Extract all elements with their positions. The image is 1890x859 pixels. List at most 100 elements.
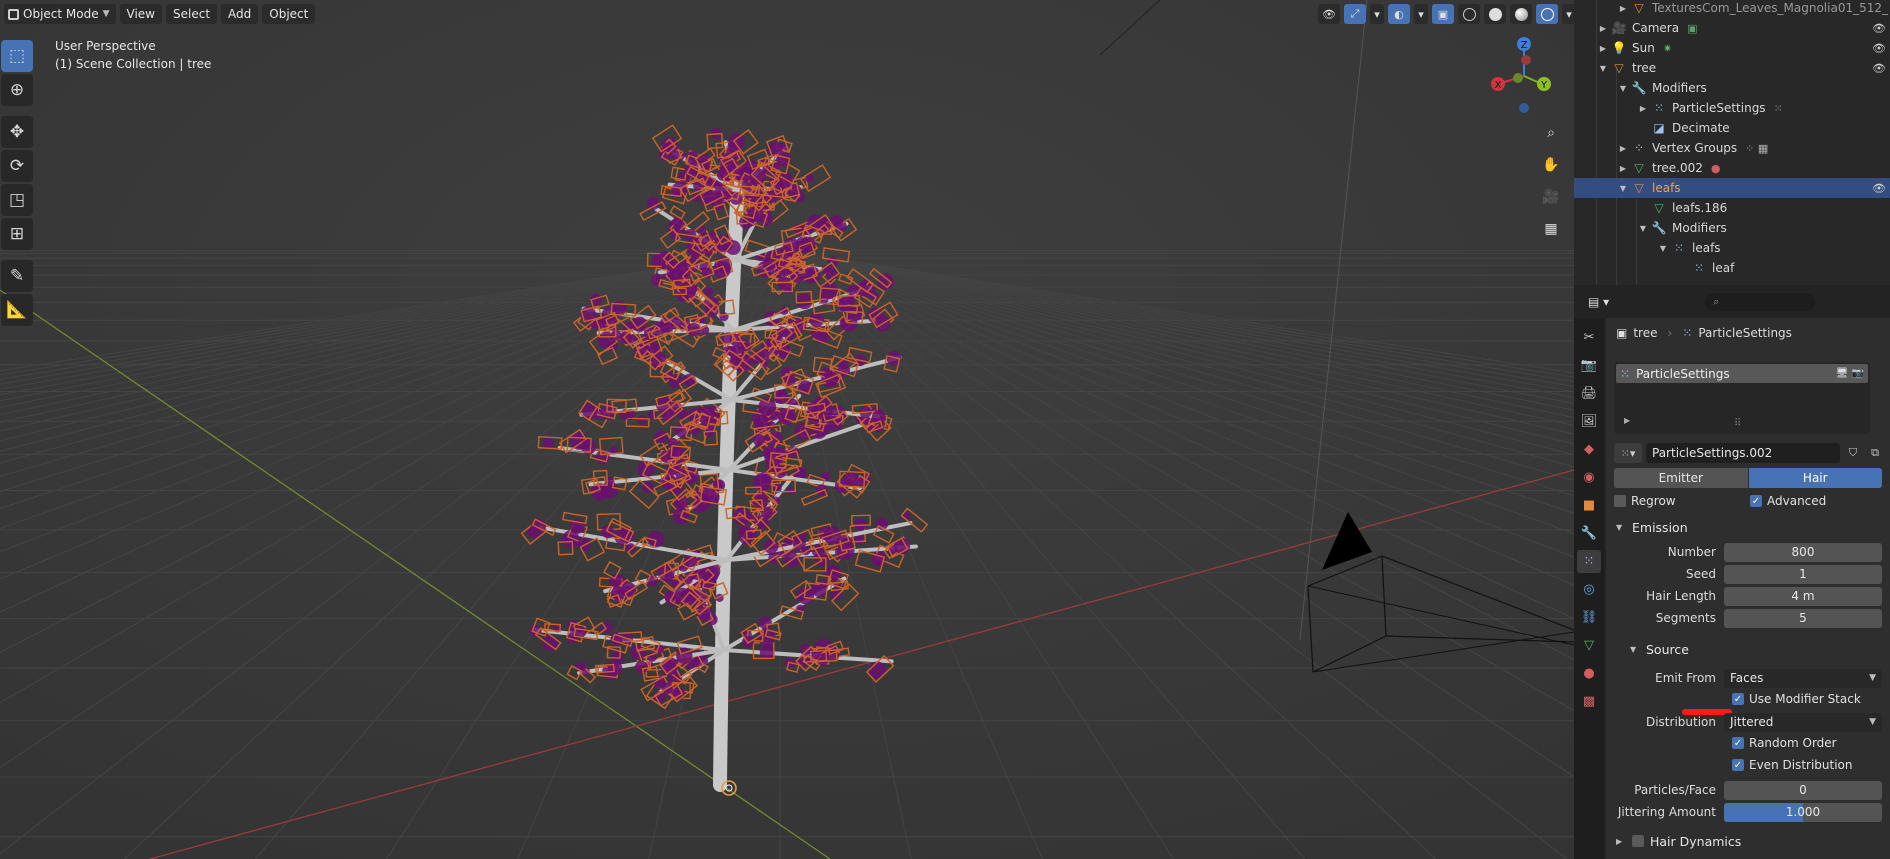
outliner-row-leafs-modifiers[interactable]: ▼ 🔧 Modifiers [1574, 218, 1890, 238]
vertex-group-data-icon[interactable]: ⁘ ▦ [1745, 142, 1768, 155]
regrow-checkbox[interactable] [1614, 495, 1626, 507]
gizmo-dropdown-icon[interactable]: ▾ [1370, 4, 1384, 24]
even-distribution-checkbox[interactable]: ✓ [1732, 759, 1744, 771]
outliner-row-leafs-particles[interactable]: ▼ ⁙ leafs [1574, 238, 1890, 258]
object-tab-icon[interactable]: ■ [1577, 494, 1601, 517]
outliner-row-tree-002[interactable]: ▶ ▽ tree.002 ● [1574, 158, 1890, 178]
outliner-row-modifiers[interactable]: ▼ 🔧 Modifiers [1574, 78, 1890, 98]
sun-data-icon[interactable]: ✷ [1663, 42, 1672, 55]
output-tab-icon[interactable]: 🖨 [1577, 382, 1601, 405]
zoom-icon[interactable]: ⌕ [1538, 120, 1564, 146]
scale-icon[interactable]: ◳ [1, 184, 33, 216]
modifier-tab-icon[interactable]: 🔧 [1577, 522, 1601, 545]
select-box-icon[interactable]: ⬚ [1, 40, 33, 72]
material-tab-icon[interactable]: ● [1577, 662, 1601, 685]
measure-icon[interactable]: 📐 [1, 294, 33, 326]
data-tab-icon[interactable]: ▽ [1577, 634, 1601, 657]
collapse-arrow-icon[interactable]: ▼ [1636, 224, 1650, 233]
camera-view-icon[interactable]: 🎥 [1538, 184, 1564, 210]
advanced-checkbox-row[interactable]: ✓ Advanced [1750, 492, 1826, 510]
visibility-icon[interactable]: 👁 [1318, 4, 1340, 24]
gizmo-toggle-icon[interactable]: ⤢ [1344, 4, 1366, 24]
eye-icon[interactable]: 👁 [1872, 62, 1886, 75]
eye-icon[interactable]: 👁 [1872, 22, 1886, 35]
pan-hand-icon[interactable]: ✋ [1538, 152, 1564, 178]
wireframe-shading-icon[interactable] [1458, 4, 1480, 24]
jittering-amount-slider[interactable]: 1.000 [1724, 802, 1882, 822]
use-modifier-stack-checkbox[interactable]: ✓ [1732, 693, 1744, 705]
outliner-row-sun[interactable]: ▶ 💡 Sun ✷ 👁 [1574, 38, 1890, 58]
transform-icon[interactable]: ⊞ [1, 218, 33, 250]
breadcrumb-settings[interactable]: ParticleSettings [1698, 326, 1792, 340]
menu-add[interactable]: Add [221, 4, 259, 24]
material-icon[interactable]: ● [1711, 162, 1721, 175]
overlays-toggle-icon[interactable]: ◐ [1388, 4, 1410, 24]
rotate-icon[interactable]: ⟳ [1, 150, 33, 182]
breadcrumb-object[interactable]: tree [1633, 326, 1657, 340]
3d-viewport[interactable]: Object Mode ▼ View Select Add Object 👁 ⤢… [0, 0, 1574, 859]
menu-view[interactable]: View [119, 4, 162, 24]
outliner-row-vertex-groups[interactable]: ▶ ⁘ Vertex Groups ⁘ ▦ [1574, 138, 1890, 158]
view-layer-tab-icon[interactable]: 🖼 [1577, 410, 1601, 433]
eye-icon[interactable]: 👁 [1872, 42, 1886, 55]
expand-arrow-icon[interactable]: ▶ [1636, 104, 1650, 113]
physics-tab-icon[interactable]: ◎ [1577, 578, 1601, 601]
advanced-checkbox[interactable]: ✓ [1750, 495, 1762, 507]
world-tab-icon[interactable]: ◉ [1577, 466, 1601, 489]
constraints-tab-icon[interactable]: ⛓ [1577, 606, 1601, 629]
perspective-grid-icon[interactable]: ▦ [1538, 216, 1564, 242]
hair-length-field[interactable]: 4 m [1724, 586, 1882, 606]
expand-arrow-icon[interactable]: ▶ [1596, 44, 1610, 53]
collapse-arrow-icon[interactable]: ▼ [1616, 84, 1630, 93]
overlays-dropdown-icon[interactable]: ▾ [1414, 4, 1428, 24]
solid-shading-icon[interactable] [1484, 4, 1506, 24]
mode-dropdown[interactable]: Object Mode ▼ [4, 4, 116, 24]
particle-systems-list[interactable]: ⁙ ParticleSettings 🖥 📷 ▶ ⠿ [1614, 362, 1870, 434]
menu-object[interactable]: Object [262, 4, 316, 24]
list-item[interactable]: ⁙ ParticleSettings 🖥 📷 [1616, 364, 1868, 383]
scene-tab-icon[interactable]: ◆ [1577, 438, 1601, 461]
annotate-icon[interactable]: ✎ [1, 260, 33, 292]
xray-toggle-icon[interactable]: ▣ [1432, 4, 1454, 24]
outliner-row-camera[interactable]: ▶ 🎥 Camera ▣ 👁 [1574, 18, 1890, 38]
distribution-dropdown[interactable]: Jittered ▼ [1724, 712, 1882, 732]
fake-user-shield-icon[interactable]: ⛉ [1844, 443, 1862, 463]
source-panel-header[interactable]: ▼ Source [1630, 638, 1689, 660]
settings-name-field[interactable]: ParticleSettings.002 [1646, 443, 1840, 463]
navigation-gizmo[interactable]: Z X Y [1486, 34, 1562, 114]
expand-arrow-icon[interactable]: ▶ [1596, 24, 1610, 33]
camera-data-icon[interactable]: ▣ [1687, 22, 1697, 35]
use-modifier-stack-row[interactable]: ✓ Use Modifier Stack [1732, 690, 1861, 708]
move-icon[interactable]: ✥ [1, 116, 33, 148]
expand-arrow-icon[interactable]: ▶ [1616, 164, 1630, 173]
collapse-arrow-icon[interactable]: ▼ [1656, 244, 1670, 253]
duplicate-icon[interactable]: ⧉ [1866, 443, 1884, 463]
outliner-row-texture[interactable]: ▶ ▽ TexturesCom_Leaves_Magnolia01_512_ [1574, 0, 1890, 18]
number-field[interactable]: 800 [1724, 542, 1882, 562]
render-tab-icon[interactable]: 📷 [1577, 354, 1601, 377]
collapse-arrow-icon[interactable]: ▼ [1616, 184, 1630, 193]
random-order-row[interactable]: ✓ Random Order [1732, 734, 1837, 752]
rendered-shading-icon[interactable] [1536, 4, 1558, 24]
outliner-row-decimate[interactable]: ◪ Decimate [1574, 118, 1890, 138]
expand-arrow-icon[interactable]: ▶ [1616, 4, 1630, 13]
eye-icon[interactable]: 👁 [1872, 182, 1886, 195]
emission-panel-header[interactable]: ▼ Emission [1616, 516, 1688, 538]
outliner-row-tree[interactable]: ▼ ▽ tree 👁 [1574, 58, 1890, 78]
negative-y-icon[interactable] [1513, 73, 1523, 83]
properties-editor[interactable]: ▣ tree › ⁙ ParticleSettings ⁙ ParticleSe… [1606, 318, 1890, 859]
seed-field[interactable]: 1 [1724, 564, 1882, 584]
type-emitter-button[interactable]: Emitter [1614, 468, 1749, 488]
editor-type-dropdown[interactable]: ▤ ▾ [1588, 295, 1609, 309]
tool-tab-icon[interactable]: ✂ [1577, 326, 1601, 349]
segments-field[interactable]: 5 [1724, 608, 1882, 628]
outliner-row-particlesettings[interactable]: ▶ ⁙ ParticleSettings ⁙ [1574, 98, 1890, 118]
particles-face-field[interactable]: 0 [1724, 780, 1882, 800]
type-hair-button[interactable]: Hair [1748, 468, 1882, 488]
particles-tab-icon[interactable]: ⁙ [1577, 550, 1601, 573]
particles-browse-icon[interactable]: ⁙▾ [1614, 443, 1642, 463]
outliner-row-leaf[interactable]: ⁙ leaf [1574, 258, 1890, 278]
even-distribution-row[interactable]: ✓ Even Distribution [1732, 756, 1853, 774]
cursor-icon[interactable]: ⊕ [1, 74, 33, 106]
regrow-checkbox-row[interactable]: Regrow [1614, 492, 1676, 510]
